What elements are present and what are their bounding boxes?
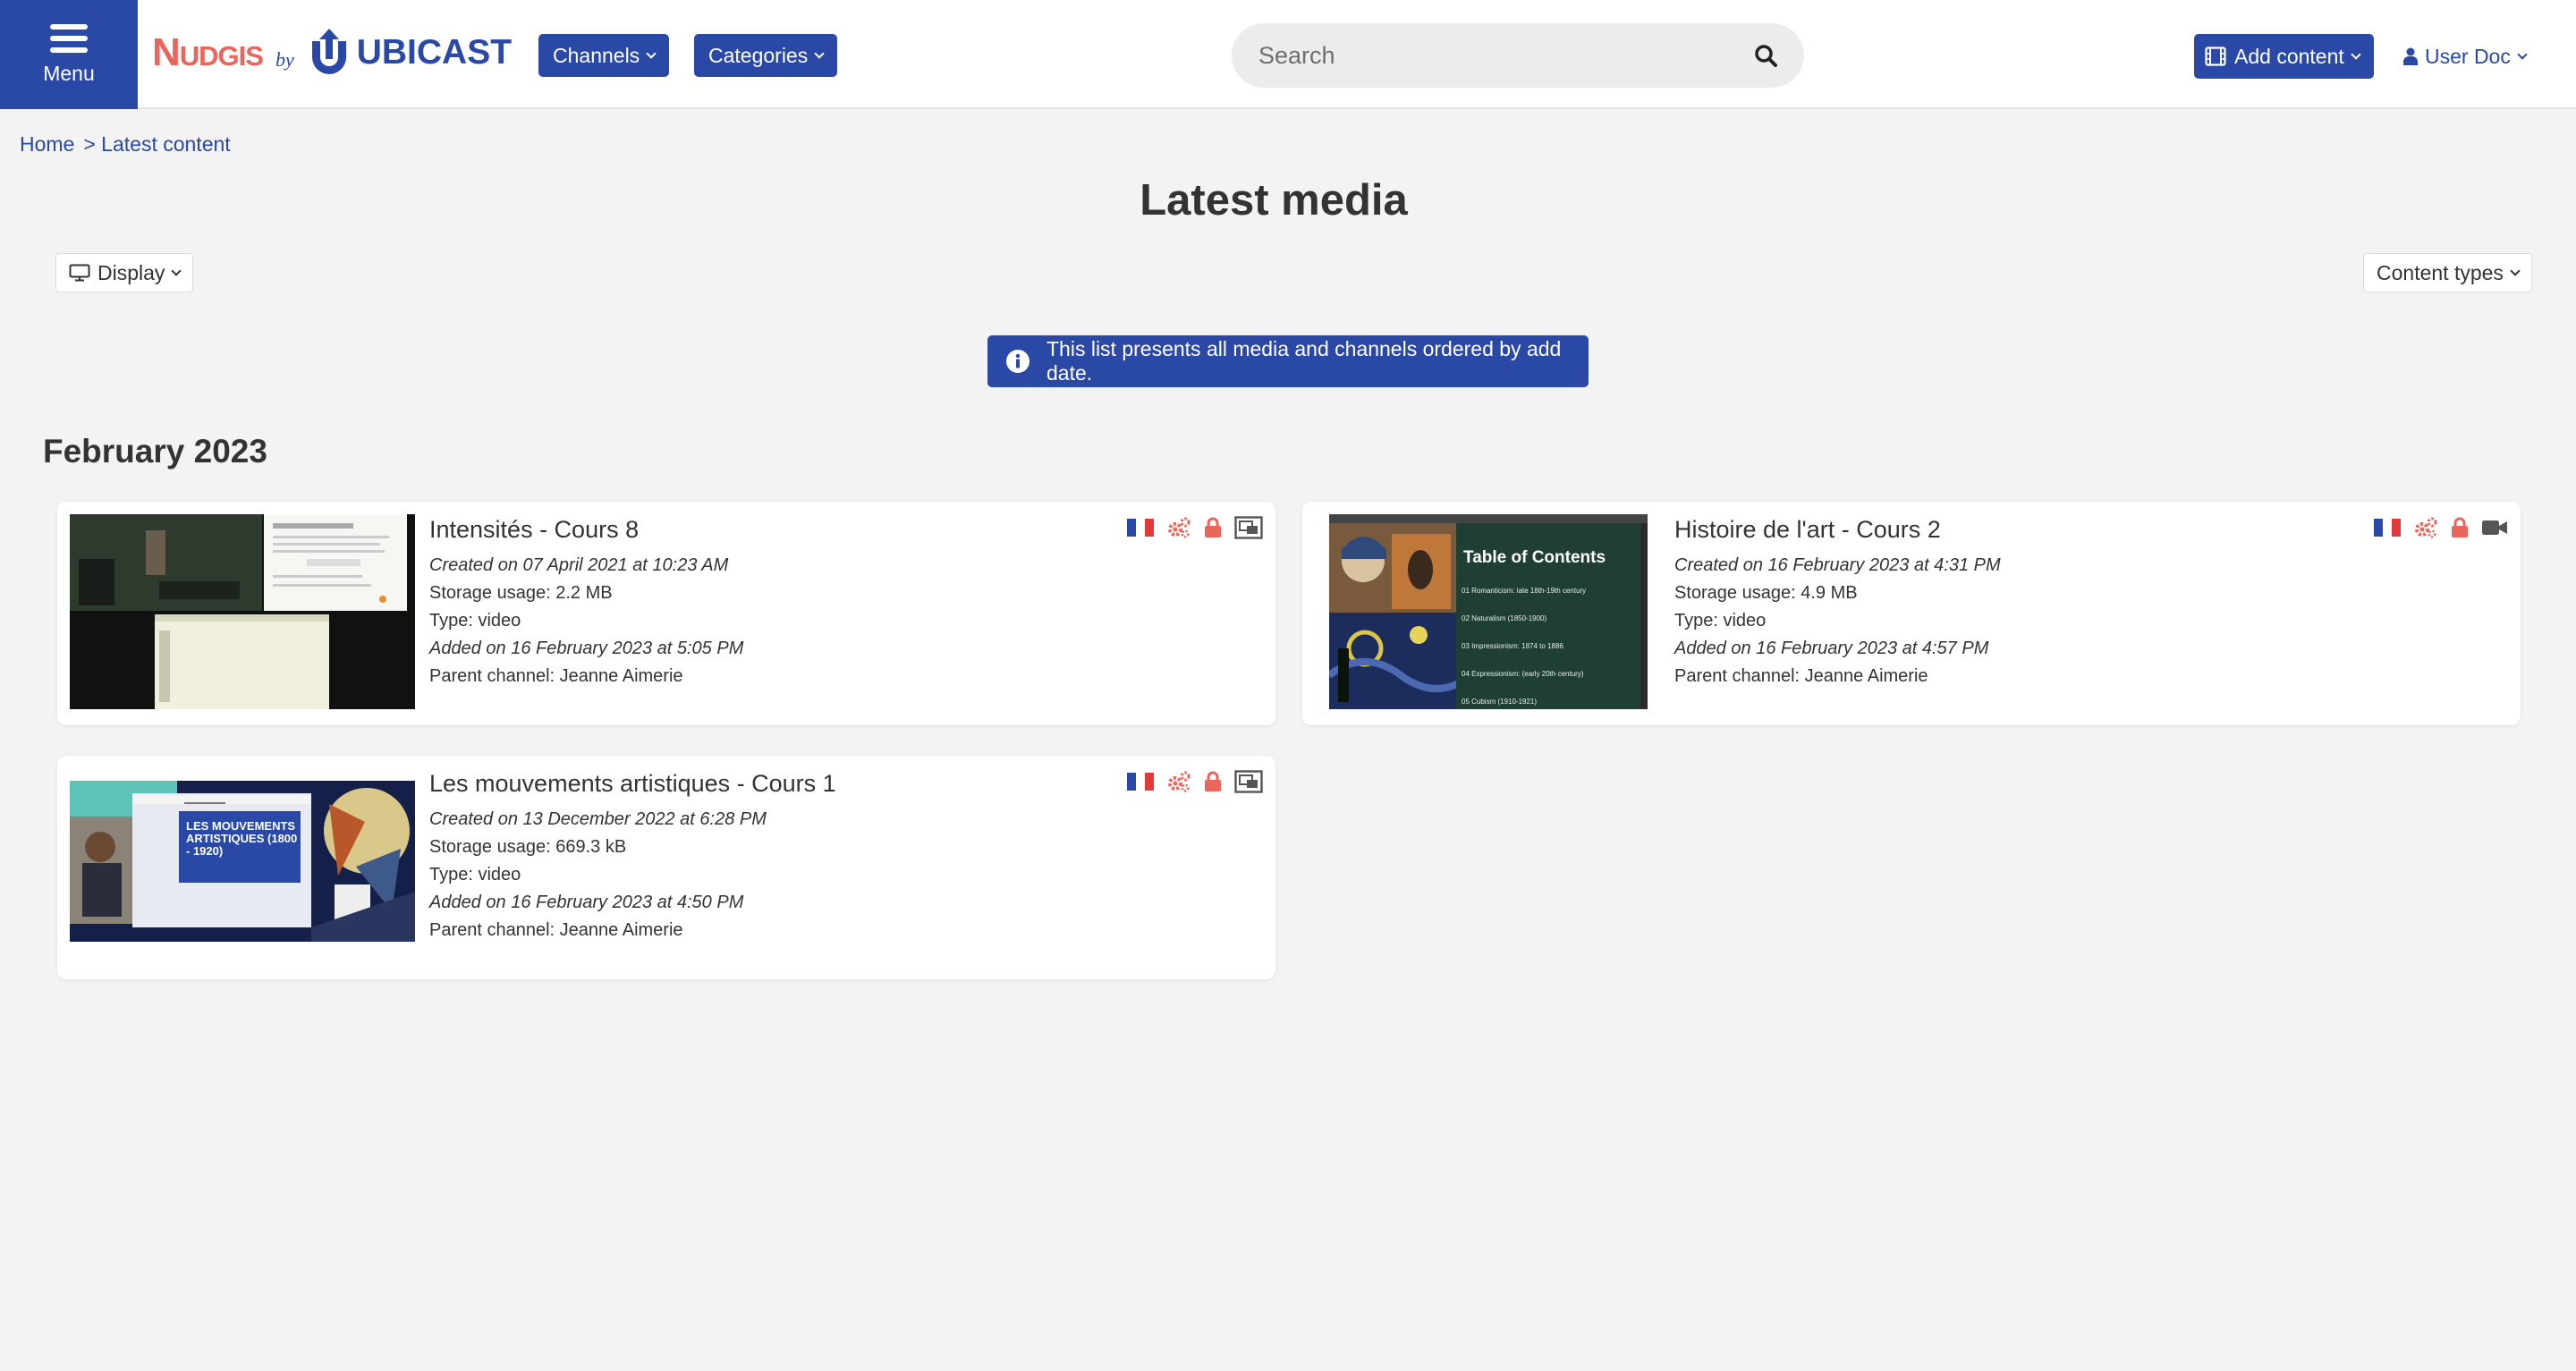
chevron-down-icon: [2517, 48, 2528, 60]
hamburger-icon: [50, 23, 88, 53]
breadcrumb-current-link[interactable]: > Latest content: [83, 132, 230, 157]
art-movements-thumbnail-image: [70, 768, 415, 963]
user-menu[interactable]: User Doc: [2403, 41, 2528, 72]
media-type: Type: video: [429, 611, 521, 630]
media-created-date: Created on 13 December 2022 at 6:28 PM: [429, 809, 767, 829]
thumbnail-toc-item: 03 Impressionism: 1874 to 1886: [1462, 642, 1563, 650]
flag-fr-icon: [2374, 519, 2401, 537]
media-storage: Storage usage: 669.3 kB: [429, 837, 627, 857]
thumbnail-heading: LES MOUVEMENTS ARTISTIQUES (1800 - 1920): [186, 819, 298, 858]
flag-fr-icon: [1127, 773, 1154, 791]
settings-icon: [1168, 517, 1191, 538]
section-heading: February 2023: [43, 433, 267, 470]
info-banner-text: This list presents all media and channel…: [1046, 337, 1562, 385]
chevron-down-icon: [2351, 48, 2361, 60]
layout-icon: [1234, 516, 1263, 539]
search-input[interactable]: [1258, 41, 1754, 70]
media-type: Type: video: [1674, 611, 1767, 630]
media-title[interactable]: Intensités - Cours 8: [429, 516, 639, 544]
media-thumbnail[interactable]: Table of Contents 01 Romanticism: late 1…: [1329, 514, 1648, 709]
media-parent-channel: Parent channel: Jeanne Aimerie: [429, 920, 683, 940]
logo[interactable]: Nudgis by UBICAST: [152, 21, 512, 84]
info-banner: This list presents all media and channel…: [987, 335, 1589, 387]
media-storage: Storage usage: 4.9 MB: [1674, 583, 1858, 603]
logo-brand: Nudgis: [152, 30, 264, 74]
chevron-down-icon: [2510, 265, 2521, 276]
thumbnail-toc-item: 01 Romanticism: late 18th-19th century: [1462, 587, 1587, 595]
thumbnail-toc-heading: Table of Contents: [1463, 548, 1606, 567]
user-icon: [2403, 47, 2418, 65]
chevron-down-icon: [814, 47, 825, 59]
info-icon: [1006, 350, 1030, 373]
layout-icon: [1234, 770, 1263, 793]
categories-label: Categories: [708, 43, 809, 67]
search-icon[interactable]: [1754, 44, 1777, 67]
lock-icon: [1205, 771, 1221, 791]
channels-button[interactable]: Channels: [538, 34, 670, 77]
media-status-icons: [1127, 516, 1263, 539]
content-types-label: Content types: [2377, 260, 2504, 284]
media-created-date: Created on 16 February 2023 at 4:31 PM: [1674, 555, 2001, 575]
breadcrumb: Home > Latest content: [20, 132, 231, 157]
settings-icon: [1168, 771, 1191, 792]
add-content-label: Add content: [2234, 44, 2344, 68]
media-type: Type: video: [429, 865, 521, 884]
media-added-date: Added on 16 February 2023 at 4:57 PM: [1674, 639, 1989, 658]
media-added-date: Added on 16 February 2023 at 4:50 PM: [429, 893, 744, 912]
media-status-icons: [2374, 516, 2508, 539]
video-camera-icon: [2482, 520, 2507, 535]
settings-icon: [2415, 517, 2437, 538]
media-title[interactable]: Histoire de l'art - Cours 2: [1674, 516, 1941, 544]
thumbnail-toc-list: 01 Romanticism: late 18th-19th century 0…: [1462, 577, 1640, 709]
thumbnail-toc-item: 04 Expressionism: (early 20th century): [1462, 670, 1584, 678]
ubicast-logo-icon: [311, 29, 346, 74]
chevron-down-icon: [171, 265, 182, 276]
media-parent-channel: Parent channel: Jeanne Aimerie: [429, 666, 683, 686]
categories-button[interactable]: Categories: [694, 34, 838, 77]
media-parent-channel: Parent channel: Jeanne Aimerie: [1674, 666, 1928, 686]
menu-label: Menu: [43, 61, 95, 85]
flag-fr-icon: [1127, 519, 1154, 537]
media-card[interactable]: Intensités - Cours 8 Created on 07 April…: [57, 502, 1275, 725]
lock-icon: [1205, 517, 1221, 537]
media-thumbnail[interactable]: LES MOUVEMENTS ARTISTIQUES (1800 - 1920): [70, 768, 415, 963]
monitor-icon: [69, 264, 90, 282]
add-content-button[interactable]: Add content: [2194, 34, 2374, 79]
thumbnail-toc-item: 05 Cubism (1910-1921): [1462, 698, 1538, 706]
search-bar: [1232, 23, 1804, 88]
channels-label: Channels: [553, 43, 640, 67]
display-label: Display: [97, 260, 165, 284]
thumbnail-toc-item: 02 Naturalism (1850-1900): [1462, 614, 1547, 622]
breadcrumb-home-link[interactable]: Home: [20, 132, 74, 157]
lecture-thumbnail-image: [70, 514, 415, 709]
media-card[interactable]: Table of Contents 01 Romanticism: late 1…: [1302, 502, 2521, 725]
media-card[interactable]: LES MOUVEMENTS ARTISTIQUES (1800 - 1920)…: [57, 756, 1275, 979]
media-added-date: Added on 16 February 2023 at 5:05 PM: [429, 639, 744, 658]
logo-company: UBICAST: [356, 33, 513, 72]
film-icon: [2205, 47, 2226, 66]
media-status-icons: [1127, 770, 1263, 793]
chevron-down-icon: [646, 47, 657, 59]
media-created-date: Created on 07 April 2021 at 10:23 AM: [429, 555, 729, 575]
page-title: Latest media: [1140, 176, 1408, 224]
lock-icon: [2452, 517, 2468, 537]
display-dropdown[interactable]: Display: [55, 253, 194, 292]
menu-button[interactable]: Menu: [0, 0, 138, 109]
user-name: User Doc: [2425, 44, 2511, 68]
top-header: Menu Nudgis by UBICAST Channels Categori…: [0, 0, 2576, 109]
media-thumbnail[interactable]: [70, 514, 415, 709]
media-storage: Storage usage: 2.2 MB: [429, 583, 613, 603]
logo-by: by: [275, 48, 294, 71]
content-types-dropdown[interactable]: Content types: [2363, 253, 2532, 292]
media-title[interactable]: Les mouvements artistiques - Cours 1: [429, 770, 836, 798]
